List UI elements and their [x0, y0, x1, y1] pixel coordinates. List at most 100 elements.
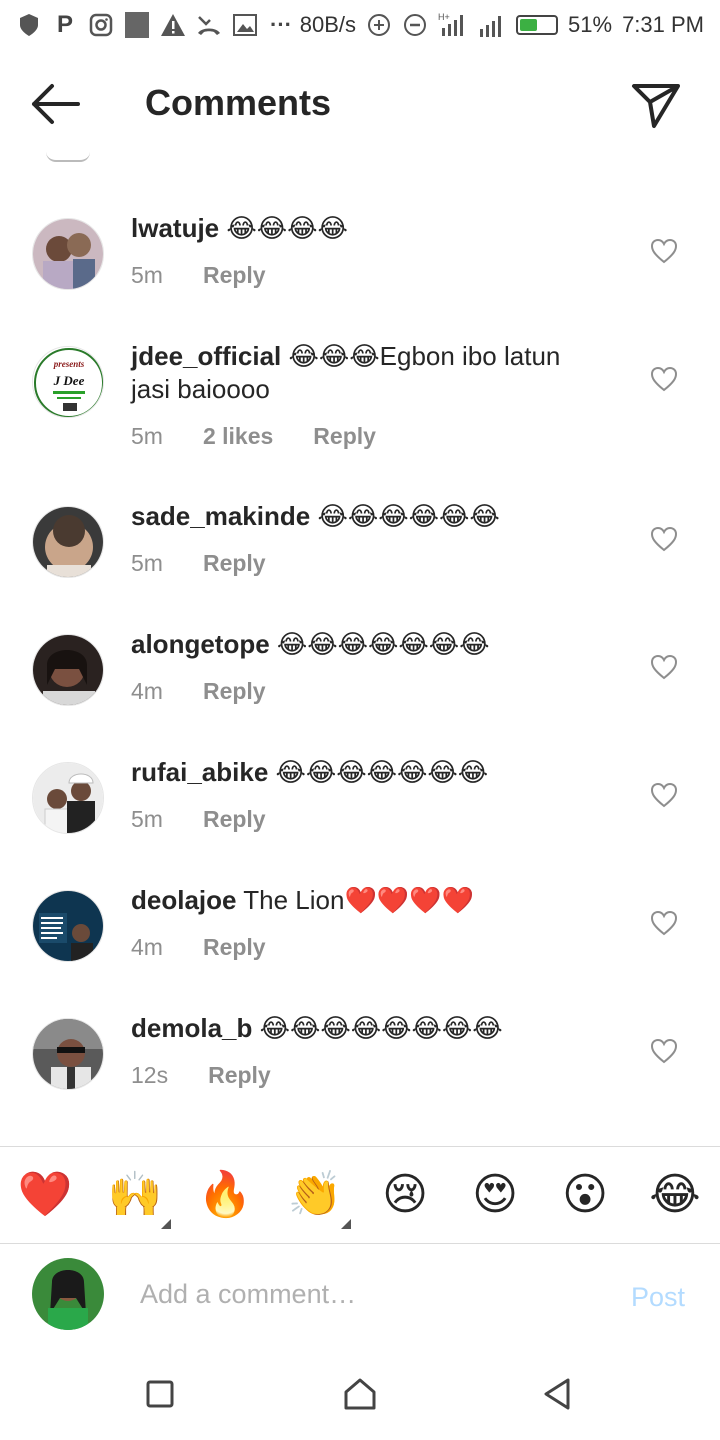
like-heart-icon[interactable] — [650, 238, 678, 264]
skin-tone-indicator — [341, 1219, 351, 1229]
status-bar: P ··· 80B/s H+ 51% 7:31 PM — [0, 0, 720, 50]
comment-meta: 4m Reply — [131, 678, 266, 705]
signal-label: H+ — [438, 12, 450, 22]
comment-meta: 5m 2 likes Reply — [131, 423, 376, 450]
comment-username[interactable]: alongetope — [131, 629, 270, 659]
comment-time: 5m — [131, 262, 163, 288]
status-bar-notifications: P ··· — [16, 11, 294, 38]
reaction-heart[interactable]: ❤️ — [17, 1167, 73, 1223]
reply-button[interactable]: Reply — [208, 1062, 271, 1089]
avatar[interactable] — [32, 1018, 104, 1090]
page-title: Comments — [145, 82, 332, 123]
comment-time: 5m — [131, 806, 163, 832]
comment-text: deolajoe The Lion❤️❤️❤️❤️ — [131, 884, 601, 917]
like-heart-icon[interactable] — [650, 910, 678, 936]
avatar[interactable] — [32, 634, 104, 706]
avatar-text-presents: presents — [53, 359, 85, 369]
send-icon — [632, 84, 680, 128]
comment-composer: Post — [0, 1244, 720, 1344]
comment-text: jdee_official 😂😂😂Egbon ibo latun jasi ba… — [131, 340, 601, 405]
comment-emoji: 😂😂😂 — [288, 342, 380, 372]
like-heart-icon[interactable] — [650, 782, 678, 808]
parking-icon: P — [56, 11, 73, 38]
back-arrow-icon — [32, 84, 80, 124]
avatar[interactable]: presents J Dee — [32, 346, 104, 418]
back-button[interactable] — [30, 80, 82, 128]
comment-text: rufai_abike 😂😂😂😂😂😂😂 — [131, 756, 601, 789]
square-notification-icon — [124, 12, 150, 38]
comment-meta: 5m Reply — [131, 550, 266, 577]
battery-percent: 51% — [568, 12, 613, 37]
header: Comments — [0, 50, 720, 160]
comment-text: demola_b 😂😂😂😂😂😂😂😂 — [131, 1012, 601, 1045]
status-bar-system: 80B/s H+ 51% 7:31 PM — [300, 12, 704, 38]
image-icon — [232, 12, 258, 38]
avatar[interactable] — [32, 890, 104, 962]
comment-time: 5m — [131, 550, 163, 576]
quick-reactions-bar: ❤️ 🙌 🔥 👏 😢 😍 😮 😂 — [0, 1147, 720, 1243]
reaction-raising-hands[interactable]: 🙌 — [107, 1167, 163, 1223]
comment-emoji: 😂😂😂😂😂😂 — [317, 502, 500, 532]
share-button[interactable] — [630, 80, 682, 132]
clock: 7:31 PM — [622, 12, 704, 37]
comment-username[interactable]: jdee_official — [131, 341, 281, 371]
comment-username[interactable]: sade_makinde — [131, 501, 310, 531]
system-navigation-bar — [0, 1344, 720, 1440]
my-avatar — [32, 1258, 104, 1330]
comment-emoji: 😂😂😂😂😂😂😂😂 — [259, 1014, 503, 1044]
reaction-crying[interactable]: 😢 — [377, 1167, 433, 1223]
comment-meta: 5m Reply — [131, 806, 266, 833]
missed-call-icon — [196, 12, 222, 38]
comment-emoji: 😂😂😂😂 — [226, 214, 348, 244]
comment-time: 12s — [131, 1062, 169, 1088]
comment-username[interactable]: demola_b — [131, 1013, 252, 1043]
back-nav-button[interactable] — [538, 1374, 578, 1414]
like-heart-icon[interactable] — [650, 654, 678, 680]
avatar[interactable] — [32, 506, 104, 578]
reply-button[interactable]: Reply — [203, 678, 266, 705]
warning-icon — [160, 12, 186, 38]
comment-emoji: ❤️❤️❤️❤️ — [344, 886, 474, 916]
comment-message: The Lion — [243, 885, 345, 915]
comment-username[interactable]: lwatuje — [131, 213, 219, 243]
comment-username[interactable]: rufai_abike — [131, 757, 268, 787]
reaction-clapping[interactable]: 👏 — [287, 1167, 343, 1223]
home-button[interactable] — [340, 1374, 380, 1414]
comment-time: 5m — [131, 423, 163, 449]
comment-input[interactable] — [140, 1272, 600, 1316]
reply-button[interactable]: Reply — [203, 806, 266, 833]
instagram-icon — [88, 12, 114, 38]
likes-count[interactable]: 2 likes — [203, 423, 273, 450]
comment-username[interactable]: deolajoe — [131, 885, 236, 915]
reply-button[interactable]: Reply — [203, 550, 266, 577]
reaction-fire[interactable]: 🔥 — [197, 1167, 253, 1223]
more-icon: ··· — [270, 12, 292, 37]
comment-time: 4m — [131, 934, 163, 960]
skin-tone-indicator — [161, 1219, 171, 1229]
avatar[interactable] — [32, 218, 104, 290]
avatar-text-jdee: J Dee — [53, 373, 85, 388]
reaction-heart-eyes[interactable]: 😍 — [467, 1167, 523, 1223]
partial-avatar-above — [46, 152, 90, 162]
reaction-laughing[interactable]: 😂 — [647, 1167, 703, 1223]
reply-button[interactable]: Reply — [313, 423, 376, 450]
reply-button[interactable]: Reply — [203, 934, 266, 961]
like-heart-icon[interactable] — [650, 1038, 678, 1064]
comment-emoji: 😂😂😂😂😂😂😂 — [275, 758, 489, 788]
avatar[interactable] — [32, 762, 104, 834]
signal-h-plus-icon: H+ — [438, 12, 468, 38]
battery-icon — [516, 15, 559, 35]
comment-text: lwatuje 😂😂😂😂 — [131, 212, 601, 245]
comment-emoji: 😂😂😂😂😂😂😂 — [276, 630, 490, 660]
comment-meta: 5m Reply — [131, 262, 266, 289]
battery-fill — [520, 19, 538, 31]
post-button[interactable]: Post — [631, 1282, 685, 1313]
comment-text: sade_makinde 😂😂😂😂😂😂 — [131, 500, 601, 533]
reply-button[interactable]: Reply — [203, 262, 266, 289]
reaction-surprised[interactable]: 😮 — [557, 1167, 613, 1223]
like-heart-icon[interactable] — [650, 366, 678, 392]
shield-icon — [16, 12, 42, 38]
comment-meta: 4m Reply — [131, 934, 266, 961]
recent-apps-button[interactable] — [140, 1374, 180, 1414]
like-heart-icon[interactable] — [650, 526, 678, 552]
